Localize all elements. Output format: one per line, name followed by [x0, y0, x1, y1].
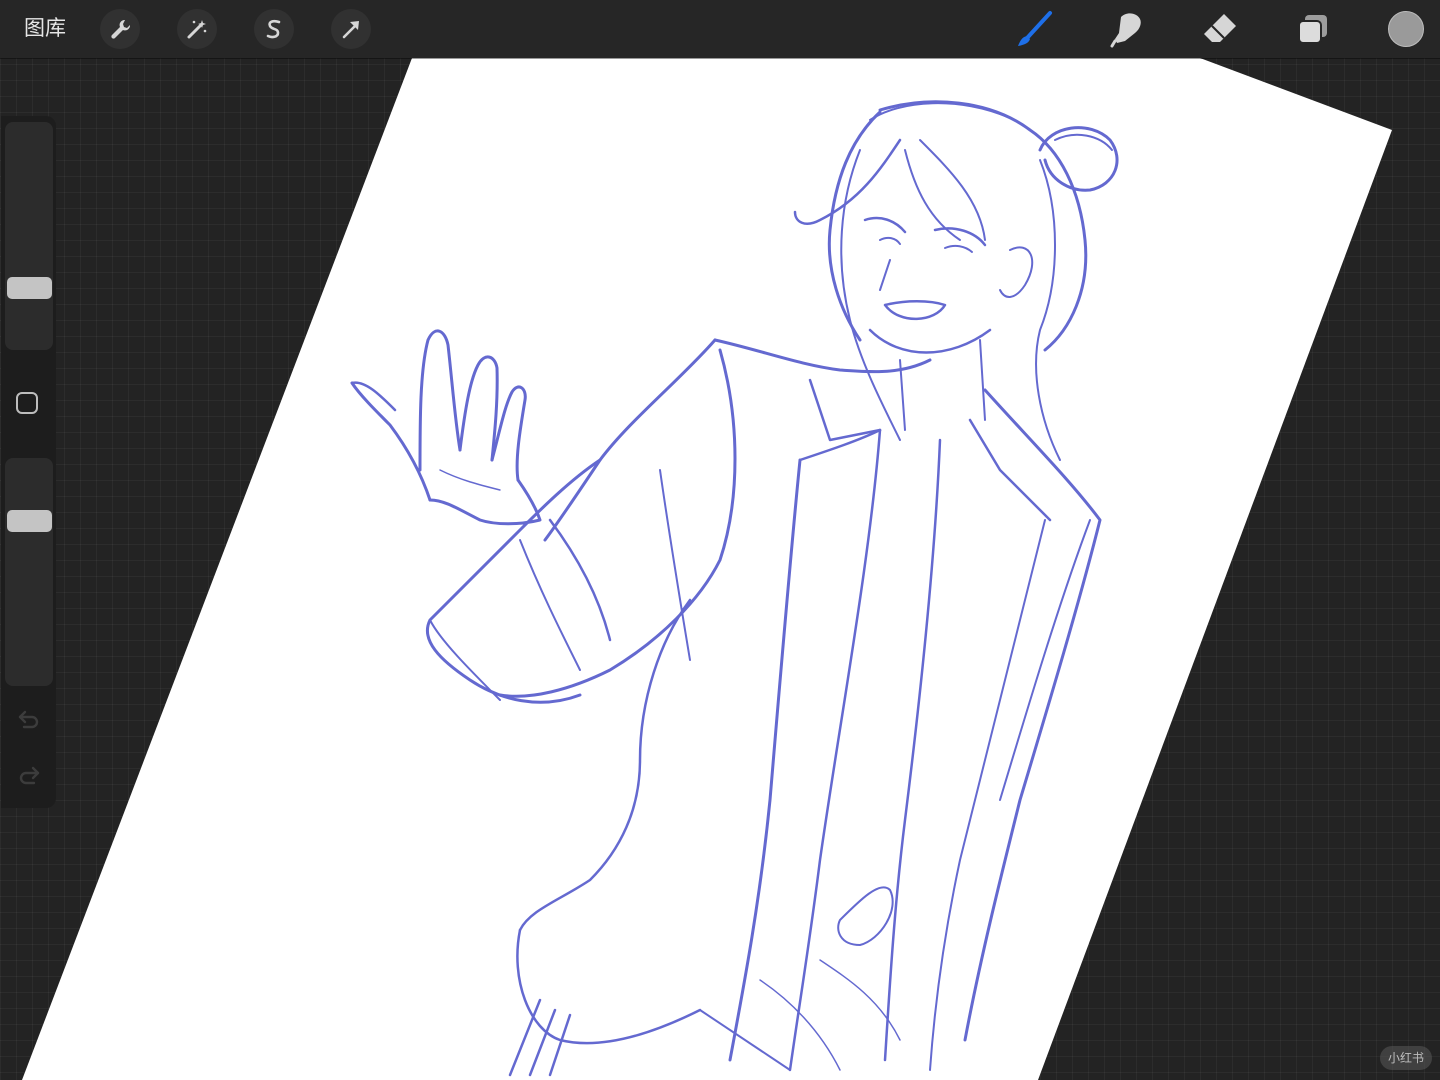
selection-button[interactable] — [254, 9, 294, 49]
opacity-slider[interactable] — [5, 458, 53, 686]
eraser-icon — [1204, 14, 1236, 42]
redo-arrow-icon[interactable] — [15, 762, 43, 790]
smudge-finger-icon — [1110, 13, 1141, 48]
gallery-button[interactable]: 图库 — [24, 16, 66, 42]
canvas-paper[interactable] — [22, 58, 1392, 1080]
undo-arrow-icon[interactable] — [15, 706, 43, 734]
eraser-tool-button[interactable] — [1200, 9, 1240, 49]
left-sidebar — [1, 116, 56, 808]
watermark-label: 小红书 — [1380, 1046, 1433, 1070]
adjustments-button[interactable] — [177, 9, 217, 49]
actions-button[interactable] — [100, 9, 140, 49]
selection-s-icon — [266, 19, 281, 39]
wrench-icon — [111, 19, 131, 39]
layers-button[interactable] — [1293, 9, 1333, 49]
brush-icon — [1018, 11, 1052, 46]
brush-size-thumb[interactable] — [7, 276, 52, 299]
color-picker-button[interactable] — [1388, 11, 1424, 47]
brush-tool-button[interactable] — [1014, 9, 1054, 49]
layers-icon — [1298, 15, 1327, 44]
opacity-thumb[interactable] — [7, 509, 52, 532]
drawing-canvas[interactable] — [0, 0, 1440, 1080]
smudge-tool-button[interactable] — [1107, 9, 1147, 49]
magic-wand-icon — [187, 20, 207, 39]
square-modify-icon[interactable] — [16, 392, 38, 414]
top-toolbar: 图库 — [0, 0, 1440, 58]
transform-button[interactable] — [331, 9, 371, 49]
brush-size-slider[interactable] — [5, 122, 53, 350]
arrow-cursor-icon — [342, 21, 359, 39]
